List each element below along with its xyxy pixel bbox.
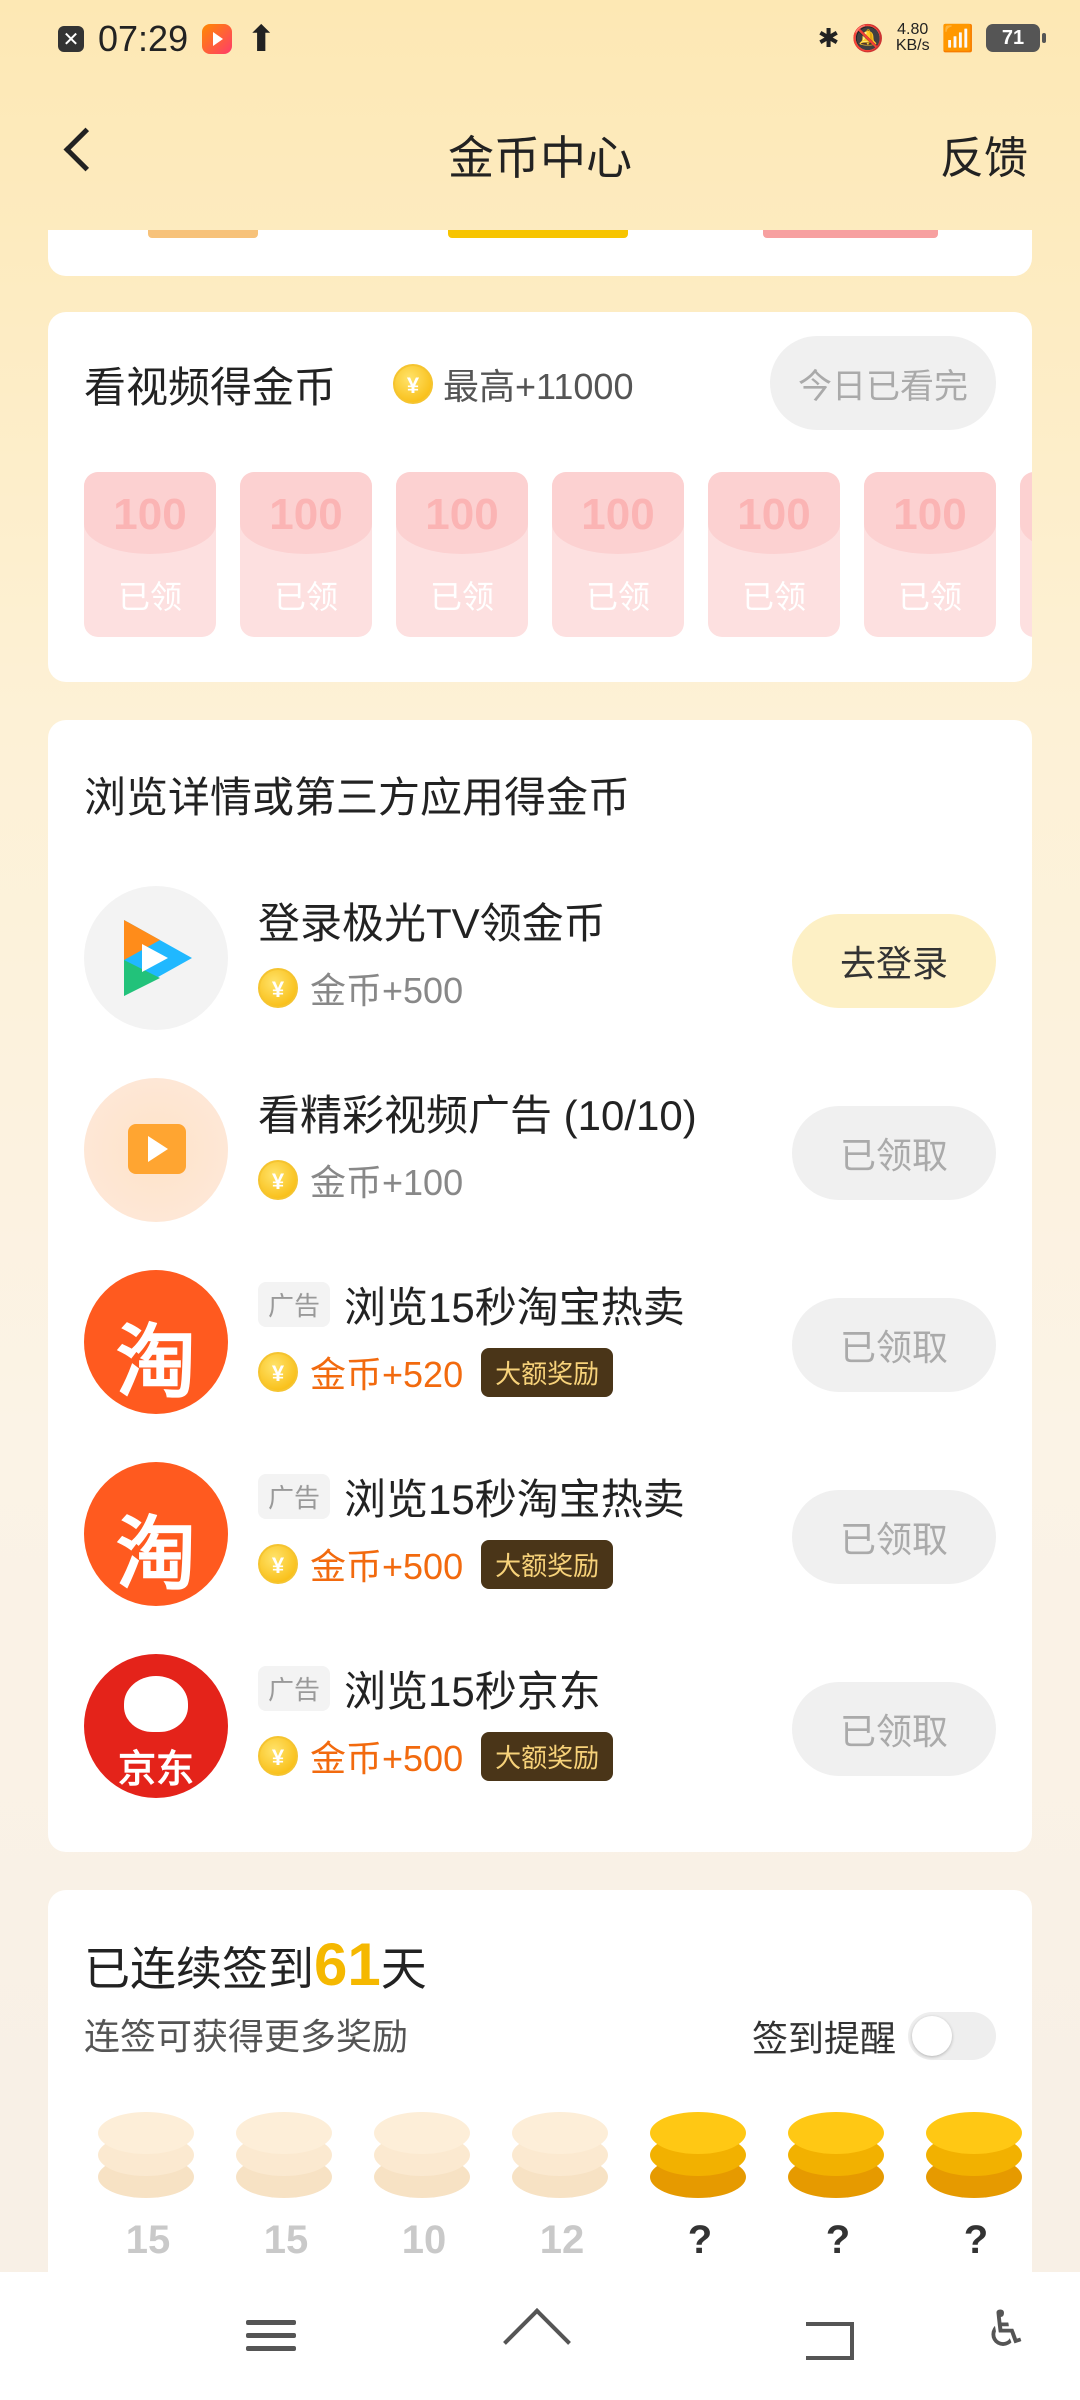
task-title: 广告 浏览15秒淘宝热卖 xyxy=(258,1274,685,1335)
mute-icon: 🔕 xyxy=(851,22,884,53)
accessibility-icon[interactable]: ♿ xyxy=(984,2300,1044,2357)
task-title: 登录极光TV领金币 xyxy=(258,900,606,947)
wifi-icon: 📶 xyxy=(941,22,974,53)
task-item: 登录极光TV领金币 ¥ 金币+500 去登录 xyxy=(84,880,996,1030)
task-reward: ¥ 金币+100 xyxy=(258,1154,463,1206)
streak-days: 61 xyxy=(314,1931,381,1998)
video-max-reward: ¥ 最高+11000 xyxy=(393,358,633,410)
sign-day[interactable]: ? xyxy=(640,2100,750,2270)
claimed-button[interactable]: 已领取 xyxy=(792,1682,996,1776)
video-ad-icon xyxy=(84,1078,228,1222)
red-envelope[interactable]: 100 已领 xyxy=(552,472,684,637)
feedback-button[interactable]: 反馈 xyxy=(940,122,1028,186)
sign-in-subtitle: 连签可获得更多奖励 xyxy=(84,2016,409,2057)
red-envelope-partial xyxy=(1020,472,1032,637)
big-reward-badge: 大额奖励 xyxy=(481,1731,614,1781)
home-icon[interactable] xyxy=(505,2312,565,2362)
sign-day[interactable]: ? xyxy=(778,2100,888,2270)
task-reward: ¥ 金币+500 大额奖励 xyxy=(258,1538,614,1590)
tasks-card-title: 浏览详情或第三方应用得金币 xyxy=(84,774,631,821)
ad-tag: 广告 xyxy=(258,1666,331,1711)
bluetooth-icon: ✱ xyxy=(817,22,840,53)
task-title: 看精彩视频广告 (10/10) xyxy=(258,1092,697,1139)
coin-stack-icon xyxy=(512,2100,608,2200)
navbar: 金币中心 反馈 xyxy=(0,100,1080,200)
coin-stack-icon xyxy=(926,2100,1022,2200)
back-icon[interactable] xyxy=(800,2312,860,2362)
claimed-button[interactable]: 已领取 xyxy=(792,1298,996,1392)
video-status-button[interactable]: 今日已看完 xyxy=(770,336,996,430)
sign-day[interactable]: 15 xyxy=(226,2100,336,2270)
task-title: 广告 浏览15秒淘宝热卖 xyxy=(258,1466,685,1527)
claimed-button[interactable]: 已领取 xyxy=(792,1490,996,1584)
jd-icon: 京东 xyxy=(84,1654,228,1798)
video-coin-card: 看视频得金币 ¥ 最高+11000 今日已看完 100 已领 100 已领 100 已… xyxy=(48,312,1032,682)
menu-icon[interactable] xyxy=(246,2312,306,2362)
task-item: 京东 广告 浏览15秒京东 ¥ 金币+500 大额奖励 已领取 xyxy=(84,1648,996,1798)
coin-icon: ¥ xyxy=(258,968,298,1008)
red-envelope[interactable]: 100 已领 xyxy=(396,472,528,637)
status-time: 07:29 xyxy=(98,18,189,59)
battery-icon: 71 xyxy=(986,24,1046,52)
sign-in-title: 已连续签到61天 xyxy=(84,1931,427,1998)
task-reward: ¥ 金币+520 大额奖励 xyxy=(258,1346,614,1398)
task-item: 看精彩视频广告 (10/10) ¥ 金币+100 已领取 xyxy=(84,1072,996,1222)
video-card-title: 看视频得金币 xyxy=(84,364,337,411)
task-item: 淘 广告 浏览15秒淘宝热卖 ¥ 金币+500 大额奖励 已领取 xyxy=(84,1456,996,1606)
upload-icon: ⬆ xyxy=(246,18,277,59)
coin-stack-icon xyxy=(788,2100,884,2200)
page-title: 金币中心 xyxy=(448,132,632,184)
red-envelope[interactable]: 100 已领 xyxy=(84,472,216,637)
status-bar: ✕ 07:29 ⬆ ✱ 🔕 4.80 KB/s 📶 71 xyxy=(0,0,1080,84)
tencent-video-icon xyxy=(84,886,228,1030)
tasks-card: 浏览详情或第三方应用得金币 登录极光TV领金币 ¥ 金币+500 去登录 看精彩… xyxy=(48,720,1032,1852)
coin-icon: ¥ xyxy=(258,1736,298,1776)
coin-icon: ¥ xyxy=(258,1160,298,1200)
sign-reminder: 签到提醒 xyxy=(752,2010,996,2062)
system-nav-bar: ♿ xyxy=(0,2272,1080,2400)
big-reward-badge: 大额奖励 xyxy=(481,1347,614,1397)
big-reward-badge: 大额奖励 xyxy=(481,1539,614,1589)
coin-stack-icon xyxy=(98,2100,194,2200)
claimed-button[interactable]: 已领取 xyxy=(792,1106,996,1200)
red-envelope[interactable]: 100 已领 xyxy=(864,472,996,637)
coin-stack-icon xyxy=(650,2100,746,2200)
red-envelope[interactable]: 100 已领 xyxy=(240,472,372,637)
sign-day[interactable]: 10 xyxy=(364,2100,474,2270)
taobao-icon: 淘 xyxy=(84,1462,228,1606)
coin-stack-icon xyxy=(374,2100,470,2200)
login-button[interactable]: 去登录 xyxy=(792,914,996,1008)
ad-tag: 广告 xyxy=(258,1474,331,1519)
reminder-toggle[interactable] xyxy=(908,2012,996,2060)
task-reward: ¥ 金币+500 xyxy=(258,962,463,1014)
sign-day[interactable]: ? xyxy=(916,2100,1026,2270)
task-reward: ¥ 金币+500 大额奖励 xyxy=(258,1730,614,1782)
coin-icon: ¥ xyxy=(258,1544,298,1584)
sign-in-card: 已连续签到61天 连签可获得更多奖励 签到提醒 15 15 10 12 ? ? … xyxy=(48,1890,1032,2290)
red-envelope[interactable]: 100 已领 xyxy=(708,472,840,637)
notification-close-icon: ✕ xyxy=(58,26,84,52)
taobao-icon: 淘 xyxy=(84,1270,228,1414)
top-partial-card xyxy=(48,230,1032,276)
sign-day[interactable]: 15 xyxy=(88,2100,198,2270)
net-speed: 4.80 KB/s xyxy=(895,21,930,54)
coin-icon: ¥ xyxy=(258,1352,298,1392)
sign-day[interactable]: 12 xyxy=(502,2100,612,2270)
coin-icon: ¥ xyxy=(393,364,433,404)
coin-stack-icon xyxy=(236,2100,332,2200)
task-title: 广告 浏览15秒京东 xyxy=(258,1658,601,1719)
ad-tag: 广告 xyxy=(258,1282,331,1327)
envelope-list: 100 已领 100 已领 100 已领 100 已领 100 已领 100 已领 xyxy=(84,472,1032,637)
task-item: 淘 广告 浏览15秒淘宝热卖 ¥ 金币+520 大额奖励 已领取 xyxy=(84,1264,996,1414)
video-app-icon xyxy=(202,24,233,54)
